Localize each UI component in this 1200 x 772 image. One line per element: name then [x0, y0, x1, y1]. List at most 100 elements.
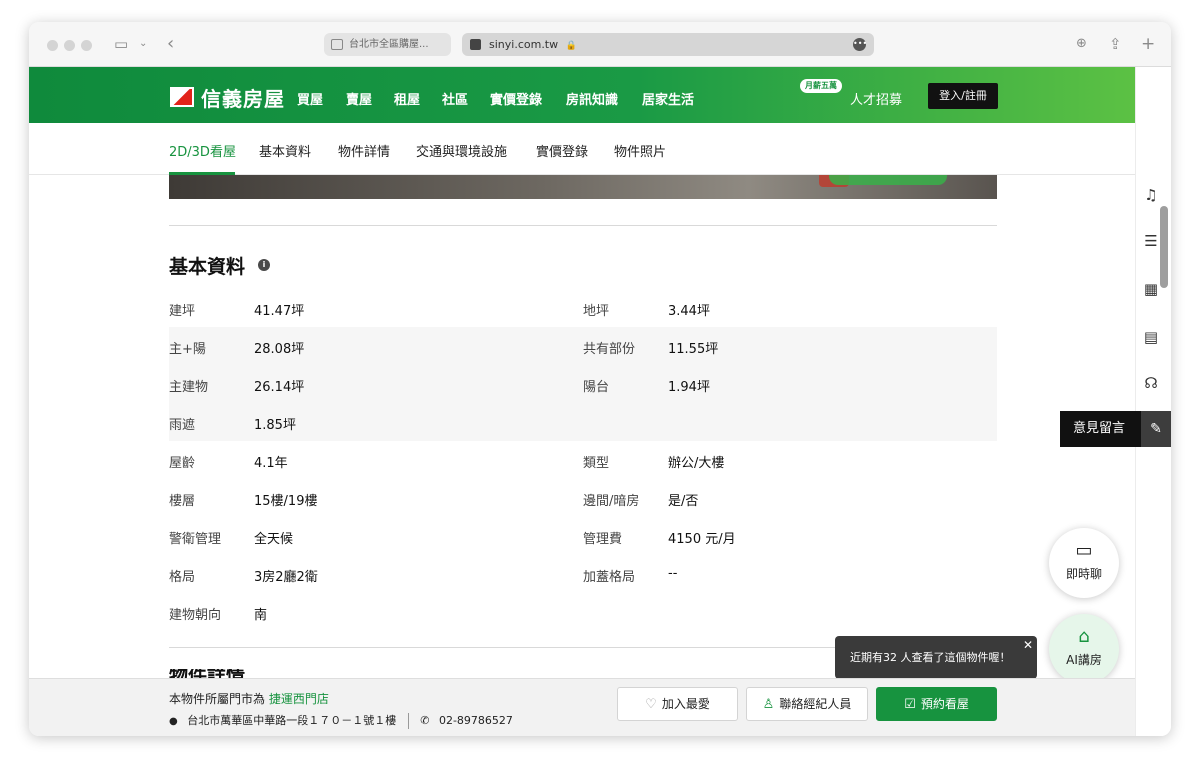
- label-canopy: 雨遮: [169, 418, 196, 433]
- tab-title: 台北市全區購屋...: [349, 39, 429, 50]
- label-shared-area: 共有部份: [583, 342, 636, 357]
- live-chat-label: 即時聊: [1065, 567, 1102, 581]
- label-type: 類型: [583, 456, 610, 471]
- close-window-button[interactable]: [47, 40, 58, 51]
- house-ai-icon: ⌂: [1078, 626, 1090, 647]
- browser-window: ▭ ⌄ ‹ 台北市全區購屋... sinyi.com.tw 🔒 ••• ⊕ ⇪ …: [29, 22, 1171, 736]
- logo-icon[interactable]: [170, 87, 194, 107]
- site-favicon-icon: [470, 39, 481, 50]
- tab-3d-view[interactable]: 2D/3D看屋: [169, 141, 236, 160]
- value-main-building: 26.14坪: [254, 380, 305, 395]
- value-layout: 3房2廳2衛: [254, 570, 318, 585]
- nav-living[interactable]: 居家生活: [642, 89, 694, 108]
- tab-details[interactable]: 物件詳情: [338, 141, 390, 160]
- compare-icon[interactable]: ▤: [1142, 328, 1160, 346]
- value-age: 4.1年: [254, 456, 288, 471]
- nav-buy[interactable]: 買屋: [297, 89, 323, 108]
- table-row: 警衛管理 全天候 管理費 4150 元/月: [169, 517, 997, 555]
- live-chat-button[interactable]: ▭ 即時聊: [1049, 528, 1119, 598]
- tab-transport[interactable]: 交通與環境設施: [416, 141, 507, 160]
- qr-code-icon[interactable]: ▦: [1142, 280, 1160, 298]
- tab-basic-info[interactable]: 基本資料: [259, 141, 311, 160]
- label-main-balcony: 主+陽: [169, 342, 206, 357]
- label-main-building: 主建物: [169, 380, 209, 395]
- store-phone[interactable]: 02-89786527: [439, 714, 513, 727]
- download-icon[interactable]: ⊕: [1076, 34, 1087, 54]
- lock-icon: 🔒: [565, 41, 577, 51]
- feedback-label: 意見留言: [1073, 421, 1126, 436]
- scrollbar-thumb[interactable]: [1160, 206, 1168, 288]
- calendar-icon: ☑: [904, 697, 916, 712]
- info-icon[interactable]: i: [258, 259, 270, 271]
- logo-text[interactable]: 信義房屋: [201, 83, 285, 112]
- store-link[interactable]: 捷運西門店: [269, 692, 329, 706]
- table-row: 格局 3房2廳2衛 加蓋格局 --: [169, 555, 997, 593]
- value-security: 全天候: [254, 532, 294, 547]
- nav-sell[interactable]: 賣屋: [346, 89, 372, 108]
- store-line: 本物件所屬門市為 捷運西門店: [169, 690, 329, 707]
- nav-news[interactable]: 房訊知識: [566, 89, 618, 108]
- value-floor: 15樓/19樓: [254, 494, 318, 509]
- login-button[interactable]: 登入/註冊: [928, 83, 998, 109]
- feedback-button[interactable]: 意見留言 ✎: [1060, 411, 1171, 447]
- store-address: 台北市萬華區中華路一段１７０－１號１樓: [187, 714, 397, 727]
- sidebar-toggle-icon[interactable]: ▭: [114, 34, 128, 54]
- nav-price-registry[interactable]: 實價登錄: [490, 89, 542, 108]
- 3d-viewer-preview[interactable]: [169, 175, 997, 199]
- label-management-fee: 管理費: [583, 532, 623, 547]
- chat-bubble-icon: ▭: [1075, 540, 1093, 561]
- add-favorite-button[interactable]: ♡ 加入最愛: [617, 687, 738, 721]
- more-options-icon[interactable]: •••: [853, 38, 867, 51]
- contact-agent-button[interactable]: ♙ 聯絡經紀人員: [746, 687, 868, 721]
- location-pin-icon: ●: [169, 716, 178, 727]
- salary-badge: 月薪五萬: [800, 79, 842, 93]
- new-tab-icon[interactable]: +: [1141, 34, 1155, 54]
- back-icon[interactable]: ‹: [167, 34, 174, 54]
- list-icon[interactable]: ☰: [1142, 232, 1160, 250]
- edit-icon: ✎: [1141, 411, 1171, 447]
- ai-explain-button[interactable]: ⌂ AI講房: [1049, 614, 1119, 684]
- heart-icon: ♡: [645, 697, 657, 712]
- value-corner-dark: 是/否: [668, 494, 699, 509]
- nav-community[interactable]: 社區: [442, 89, 468, 108]
- agent-icon: ♙: [762, 697, 775, 712]
- tab-photos[interactable]: 物件照片: [614, 141, 666, 160]
- section-divider: [169, 225, 997, 226]
- viewer-3d-button[interactable]: [829, 175, 947, 185]
- address-bar[interactable]: sinyi.com.tw 🔒 •••: [462, 33, 874, 56]
- label-layout: 格局: [169, 570, 196, 585]
- value-extra-structure: --: [668, 566, 678, 581]
- value-management-fee: 4150 元/月: [668, 532, 736, 547]
- label-extra-structure: 加蓋格局: [583, 570, 636, 585]
- address-line: ● 台北市萬華區中華路一段１７０－１號１樓 ✆ 02-89786527: [169, 712, 513, 729]
- chevron-down-icon[interactable]: ⌄: [139, 34, 147, 54]
- nav-recruit[interactable]: 人才招募: [850, 89, 902, 108]
- value-balcony: 1.94坪: [668, 380, 710, 395]
- table-row: 主建物 26.14坪 陽台 1.94坪: [169, 365, 997, 403]
- toast-text: 近期有32 人查看了這個物件喔！: [850, 651, 1011, 664]
- label-building-area: 建坪: [169, 304, 196, 319]
- nav-rent[interactable]: 租屋: [394, 89, 420, 108]
- image-favicon-icon: [331, 39, 343, 50]
- viewers-toast: 近期有32 人查看了這個物件喔！ ✕: [835, 636, 1037, 679]
- share-icon[interactable]: ⇪: [1109, 34, 1122, 54]
- label-floor: 樓層: [169, 494, 196, 509]
- label-age: 屋齡: [169, 456, 196, 471]
- tab-inactive[interactable]: 台北市全區購屋...: [324, 33, 451, 56]
- value-canopy: 1.85坪: [254, 418, 296, 433]
- bell-icon[interactable]: ♫: [1142, 186, 1160, 204]
- phone-icon: ✆: [420, 714, 430, 727]
- table-row: 建坪 41.47坪 地坪 3.44坪: [169, 289, 997, 327]
- book-viewing-button[interactable]: ☑ 預約看屋: [876, 687, 997, 721]
- url-text: sinyi.com.tw: [489, 38, 559, 51]
- close-icon[interactable]: ✕: [1023, 624, 1033, 667]
- section-title-basic-info: 基本資料: [169, 256, 246, 278]
- table-row: 樓層 15樓/19樓 邊間/暗房 是/否: [169, 479, 997, 517]
- headset-icon[interactable]: ☊: [1142, 374, 1160, 392]
- value-main-balcony: 28.08坪: [254, 342, 305, 357]
- tab-price-registry[interactable]: 實價登錄: [536, 141, 588, 160]
- zoom-window-button[interactable]: [81, 40, 92, 51]
- table-row: 主+陽 28.08坪 共有部份 11.55坪: [169, 327, 997, 365]
- minimize-window-button[interactable]: [64, 40, 75, 51]
- site-header: 信義房屋 買屋 賣屋 租屋 社區 實價登錄 房訊知識 居家生活 月薪五萬 人才招…: [29, 67, 1135, 123]
